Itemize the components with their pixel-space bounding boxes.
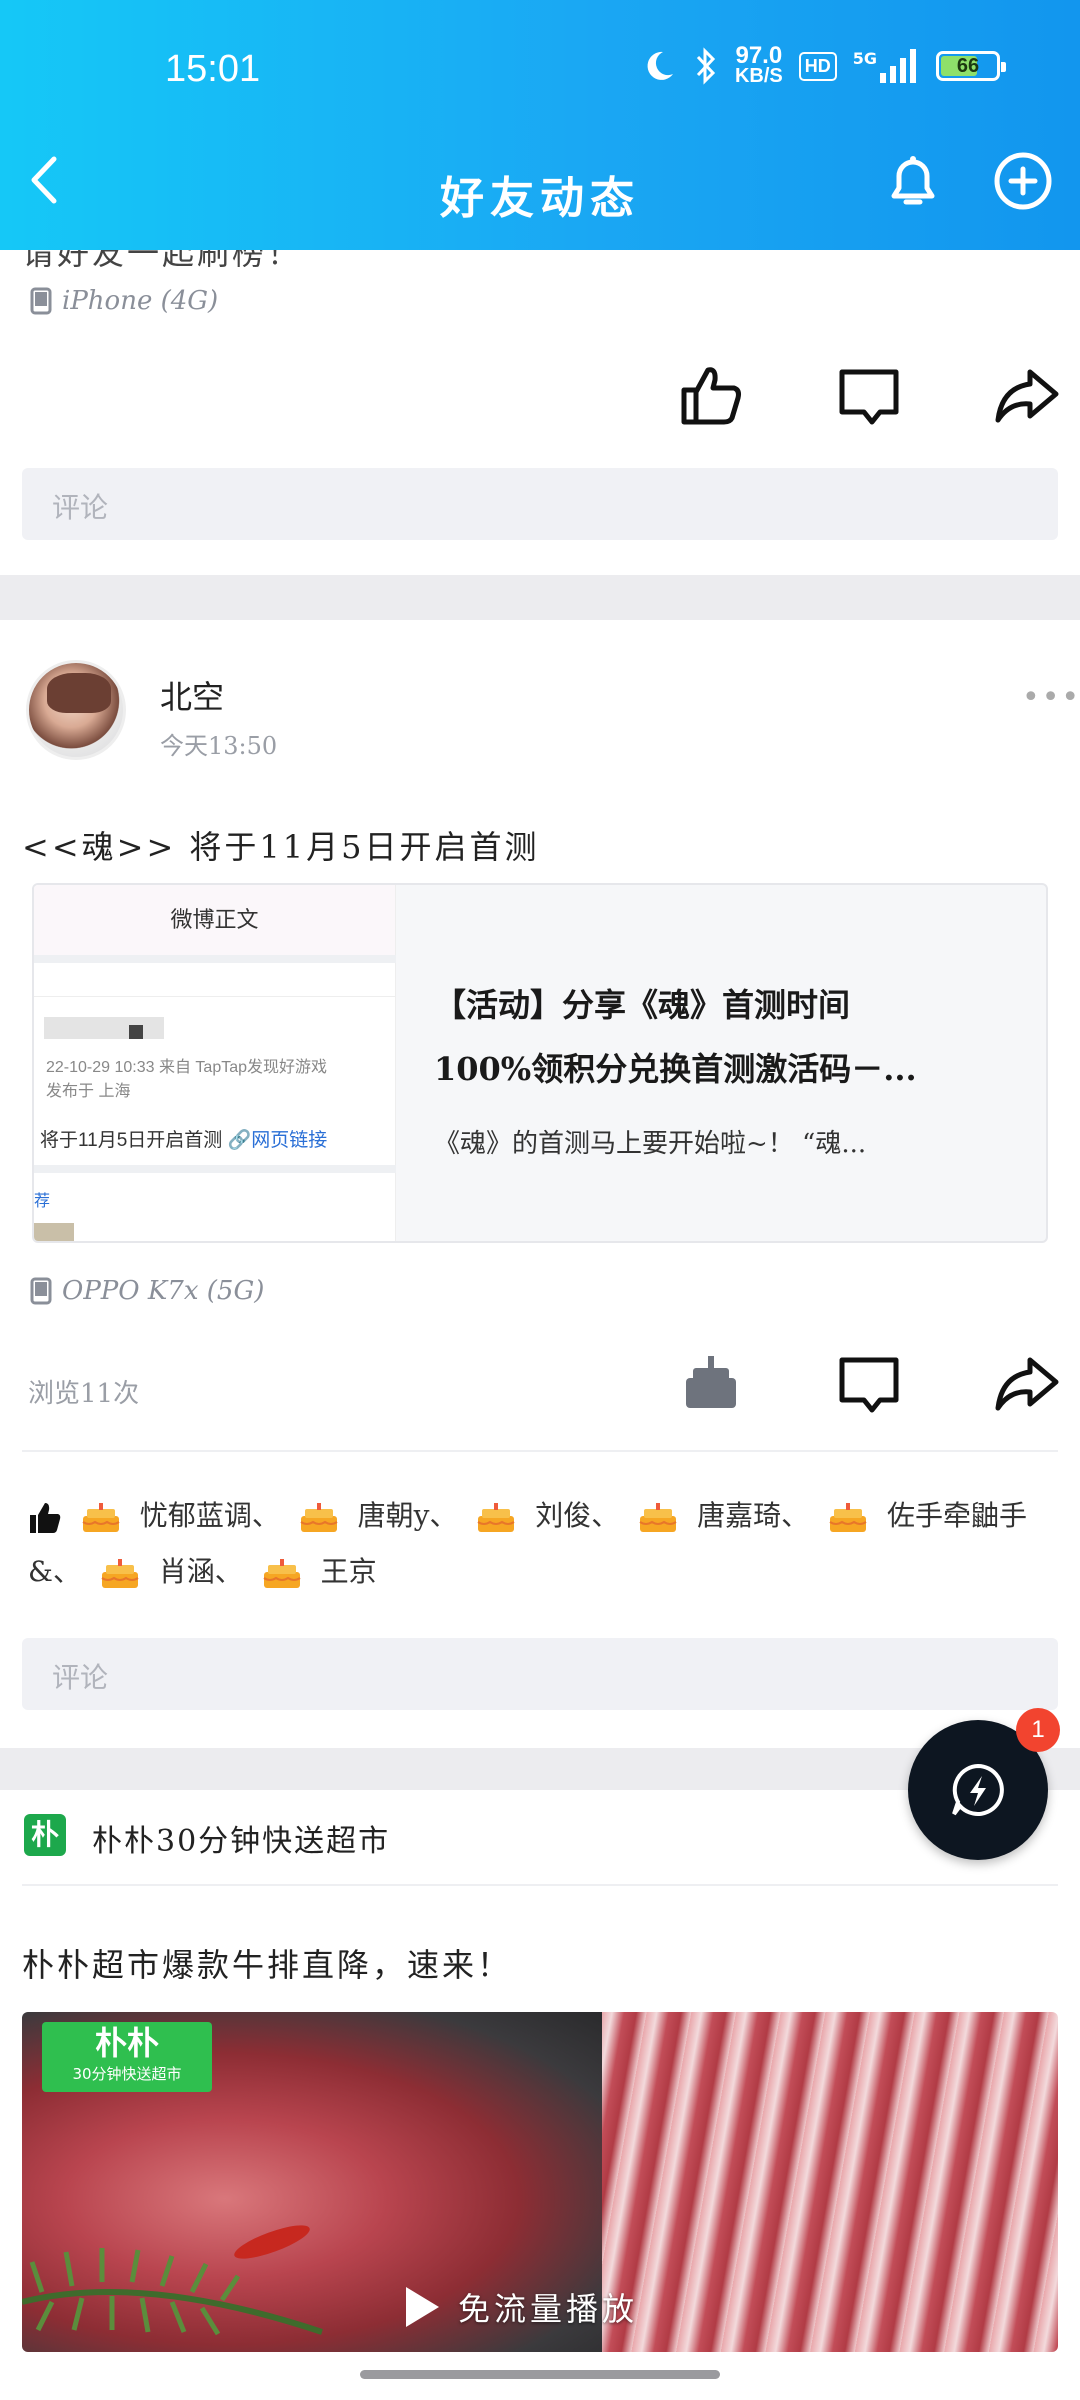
herb-decoration — [22, 2225, 323, 2336]
post-text: <<魂>> 将于11月5日开启首测 — [22, 828, 540, 866]
view-count: 浏览11次 — [28, 1379, 140, 1409]
play-label: 免流量播放 — [458, 2290, 639, 2328]
thumb-meta-location: 发布于 上海 — [46, 1083, 131, 1100]
liker-name[interactable]: 唐嘉琦 — [697, 1499, 781, 1532]
cake-icon — [300, 1502, 338, 1532]
device-info: OPPO K7x (5G) — [30, 1276, 264, 1306]
author-name[interactable]: 北空 — [160, 672, 224, 718]
chat-lightning-icon — [952, 1763, 1004, 1816]
phone-icon — [30, 1277, 52, 1305]
post-card-previous: 请好友一起刷榜！ iPhone (4G) 评论 — [0, 234, 1080, 575]
brand-logo[interactable]: 朴 — [24, 1814, 66, 1856]
cake-icon — [477, 1502, 515, 1532]
thumb-header: 微博正文 — [34, 885, 395, 955]
play-control[interactable]: 免流量播放 — [402, 2284, 638, 2330]
liker-name[interactable]: 肖涵 — [159, 1555, 215, 1588]
link-text: 【活动】分享《魂》首测时间 100%领积分兑换首测激活码－... 《魂》的首测马… — [434, 973, 1024, 1160]
link-title-line1: 【活动】分享《魂》首测时间 — [434, 986, 851, 1024]
comment-input[interactable]: 评论 — [22, 468, 1058, 540]
comment-input[interactable]: 评论 — [22, 1638, 1058, 1710]
bluetooth-icon — [696, 47, 716, 85]
divider — [22, 1884, 1058, 1886]
cake-icon — [82, 1502, 120, 1532]
link-thumbnail: 微博正文 22-10-29 10:33 来自 TapTap发现好游戏 发布于 上… — [34, 885, 396, 1241]
post-time: 今天13:50 — [160, 732, 278, 760]
likes-list: 忧郁蓝调、 唐朝y、 刘俊、 唐嘉琦、 佐手牵鼬手&、 肖涵、 王京 — [28, 1499, 1027, 1588]
liker-name[interactable]: 唐朝y — [358, 1499, 430, 1532]
battery-icon: 66 — [936, 51, 1006, 81]
signal-bars-icon — [880, 49, 916, 83]
comment-icon[interactable] — [834, 1348, 904, 1418]
phone-icon — [30, 287, 52, 315]
more-options-button[interactable]: ••• — [1022, 680, 1080, 715]
moon-icon — [647, 51, 673, 80]
thumb-title: 将于11月5日开启首测 🔗网页链接 — [40, 1130, 328, 1151]
video-brand-overlay: 朴朴 30分钟快送超市 — [42, 2022, 212, 2092]
brand-name[interactable]: 朴朴30分钟快送超市 — [92, 1816, 390, 1860]
app-header: 15:01 97.0 KB/S HD 5G 66 好友动态 — [0, 0, 1080, 250]
liker-name[interactable]: 忧郁蓝调 — [140, 1499, 252, 1532]
post-text: 朴朴超市爆款牛排直降，速来！ — [22, 1946, 513, 1984]
liker-name[interactable]: 刘俊 — [535, 1499, 591, 1532]
link-preview-card[interactable]: 微博正文 22-10-29 10:33 来自 TapTap发现好游戏 发布于 上… — [32, 883, 1048, 1243]
notification-badge: 1 — [1016, 1708, 1060, 1752]
hd-badge: HD — [798, 51, 837, 81]
liker-name[interactable]: 王京 — [321, 1555, 377, 1588]
bell-icon — [891, 156, 935, 205]
link-title-line2: 100%领积分兑换首测激活码－... — [434, 1050, 917, 1088]
battery-level: 66 — [956, 54, 980, 77]
link-description: 《魂》的首测马上要开始啦~！ “魂... — [434, 1129, 867, 1159]
video-player[interactable]: 朴朴 30分钟快送超市 免流量播放 — [22, 2012, 1058, 2352]
device-label: OPPO K7x (5G) — [62, 1276, 265, 1306]
status-time: 15:01 — [165, 48, 261, 90]
video-thumbnail-right — [602, 2012, 1058, 2352]
signal-indicator: 5G — [853, 49, 920, 83]
status-icons: 97.0 KB/S HD 5G 66 — [641, 42, 1006, 88]
device-info: iPhone (4G) — [30, 286, 218, 316]
cake-icon — [829, 1502, 867, 1532]
play-icon — [406, 2287, 439, 2327]
device-label: iPhone (4G) — [62, 286, 219, 316]
add-post-button[interactable] — [990, 148, 1056, 214]
home-indicator[interactable] — [360, 2370, 720, 2379]
cake-icon — [263, 1558, 301, 1588]
thumb-meta-time: 22-10-29 10:33 来自 TapTap发现好游戏 — [46, 1059, 328, 1076]
notifications-button[interactable] — [880, 148, 946, 214]
plus-circle-icon — [994, 152, 1052, 210]
divider — [22, 1450, 1058, 1452]
net-speed: 97.0 KB/S — [734, 42, 783, 87]
share-icon[interactable] — [992, 1348, 1062, 1418]
comment-icon[interactable] — [834, 360, 904, 430]
cake-icon[interactable] — [676, 1348, 746, 1418]
avatar[interactable] — [26, 660, 126, 760]
cake-icon — [101, 1558, 139, 1588]
thumbs-up-filled-icon — [30, 1502, 61, 1533]
thumb-tag: 荐 — [34, 1191, 51, 1210]
share-icon[interactable] — [992, 360, 1062, 430]
thumbs-up-icon[interactable] — [676, 360, 746, 430]
cake-icon — [639, 1502, 677, 1532]
